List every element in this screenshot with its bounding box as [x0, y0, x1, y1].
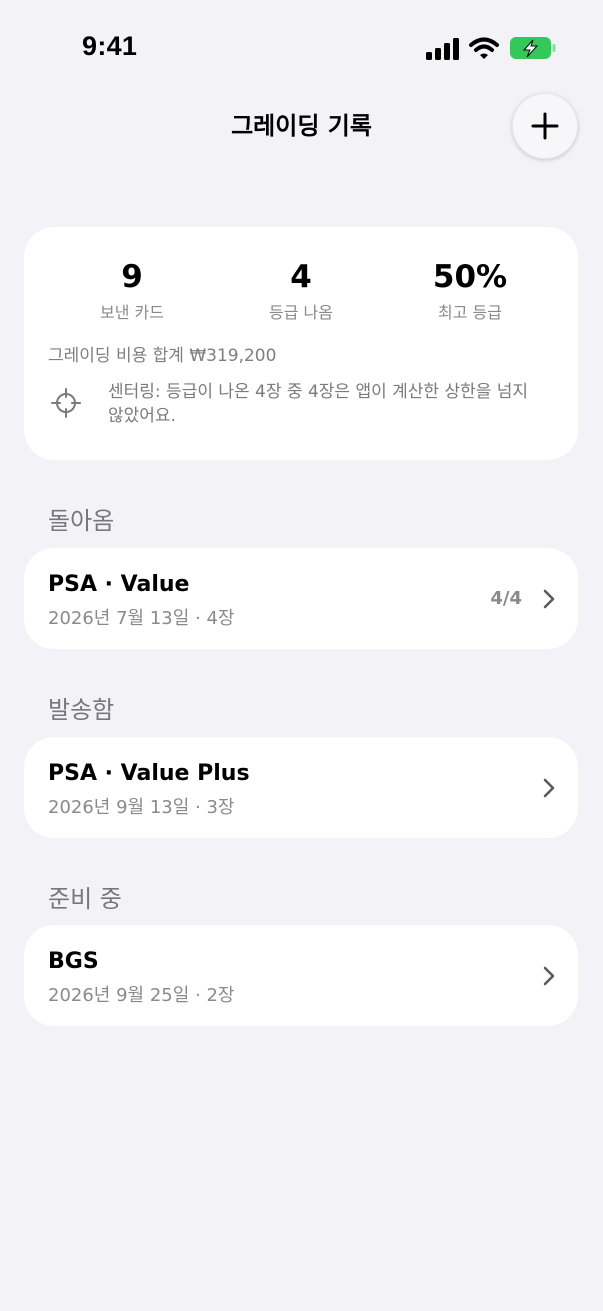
plus-icon: [531, 112, 559, 140]
battery-charging-icon: [510, 37, 556, 59]
stat-value: 50%: [432, 259, 508, 295]
submission-subtitle: 2026년 7월 13일 · 4장: [48, 608, 235, 629]
submission-row[interactable]: PSA · Value 2026년 7월 13일 · 4장 4/4: [24, 548, 578, 649]
submission-subtitle: 2026년 9월 13일 · 3장: [48, 797, 235, 818]
add-button[interactable]: [512, 93, 578, 159]
submission-title: PSA · Value: [48, 572, 190, 597]
cellular-signal-icon: [426, 38, 459, 60]
stat-graded: 4 등급 나옴: [221, 257, 381, 323]
section-header-sent: 발송함: [48, 696, 115, 724]
stat-top-grade: 50% 최고 등급: [390, 257, 550, 323]
stat-label: 최고 등급: [438, 303, 502, 322]
submission-title: BGS: [48, 949, 99, 974]
submission-row[interactable]: BGS 2026년 9월 25일 · 2장: [24, 925, 578, 1026]
chevron-right-icon: [543, 778, 555, 798]
submission-title: PSA · Value Plus: [48, 761, 250, 786]
grading-cost-total: 그레이딩 비용 합계 ₩319,200: [48, 346, 277, 366]
submission-row[interactable]: PSA · Value Plus 2026년 9월 13일 · 3장: [24, 737, 578, 838]
centering-note: 센터링: 등급이 나온 4장 중 4장은 앱이 계산한 상한을 넘지 않았어요.: [108, 382, 529, 426]
crosshair-icon: [51, 388, 81, 418]
status-time: 9:41: [82, 31, 138, 61]
chevron-right-icon: [543, 589, 555, 609]
stat-value: 4: [290, 259, 312, 295]
section-header-returned: 돌아옴: [48, 507, 115, 535]
summary-card: 9 보낸 카드 4 등급 나옴 50% 최고 등급 그레이딩 비용 합계 ₩31…: [24, 227, 578, 460]
stat-cards-sent: 9 보낸 카드: [52, 257, 212, 323]
status-bar: 9:41: [0, 0, 603, 96]
wifi-icon: [469, 37, 499, 59]
graded-count: 4/4: [490, 588, 522, 609]
submission-subtitle: 2026년 9월 25일 · 2장: [48, 985, 235, 1006]
stat-label: 등급 나옴: [269, 303, 333, 322]
stat-value: 9: [121, 259, 143, 295]
stat-label: 보낸 카드: [100, 303, 164, 322]
section-header-preparing: 준비 중: [48, 885, 122, 913]
chevron-right-icon: [543, 966, 555, 986]
